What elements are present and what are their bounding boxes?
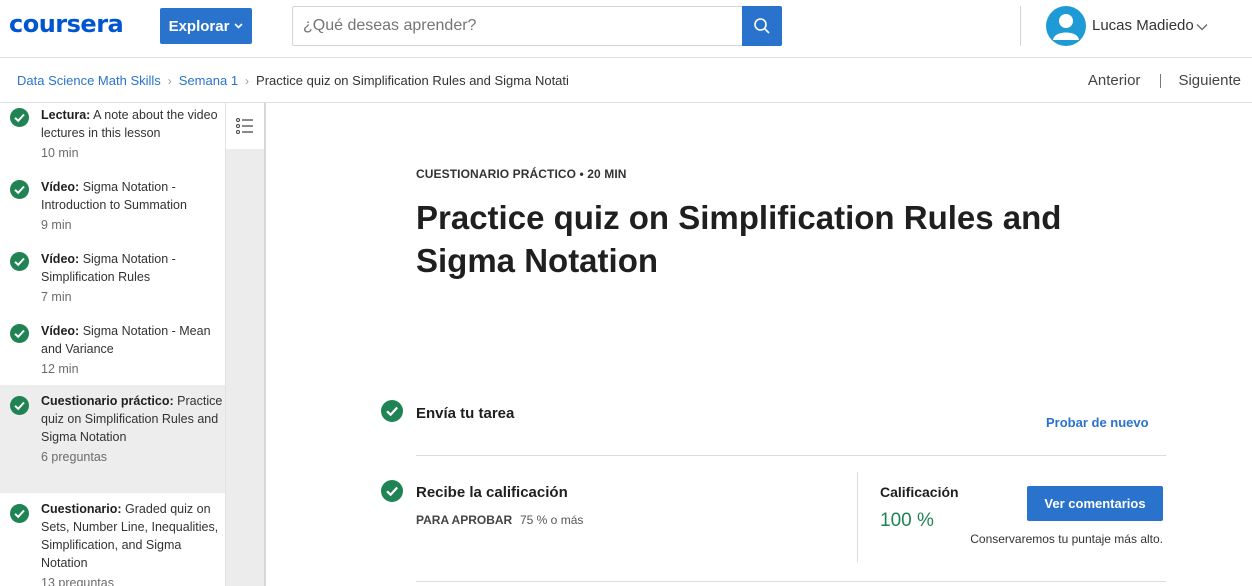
- sidebar-item-type: Vídeo:: [41, 180, 80, 194]
- breadcrumb-bar: Data Science Math Skills › Semana 1 › Pr…: [0, 58, 1252, 103]
- check-circle-icon: [10, 504, 29, 523]
- grade-label: Calificación: [880, 484, 959, 500]
- breadcrumb-course[interactable]: Data Science Math Skills: [17, 73, 161, 88]
- check-circle-icon: [381, 400, 403, 422]
- search-icon: [754, 18, 770, 34]
- view-feedback-button[interactable]: Ver comentarios: [1027, 486, 1163, 521]
- search-input[interactable]: [292, 6, 742, 46]
- prev-next-nav: Anterior Siguiente: [1088, 72, 1241, 89]
- sidebar-item[interactable]: Vídeo: Sigma Notation - Introduction to …: [0, 175, 225, 247]
- pass-label: PARA APROBAR: [416, 513, 513, 527]
- sidebar-item-meta: 9 min: [41, 218, 72, 232]
- chevron-right-icon: ›: [245, 73, 250, 88]
- sidebar-item[interactable]: Cuestionario: Graded quiz on Sets, Numbe…: [0, 493, 225, 586]
- breadcrumb-week[interactable]: Semana 1: [179, 73, 238, 88]
- grade-divider: [857, 472, 858, 562]
- lesson-sidebar: Lectura: A note about the video lectures…: [0, 103, 226, 586]
- nav-divider: [1160, 73, 1162, 88]
- breadcrumb: Data Science Math Skills › Semana 1 › Pr…: [17, 73, 569, 88]
- sidebar-item-meta: 7 min: [41, 290, 72, 304]
- check-circle-icon: [10, 108, 29, 127]
- sidebar-item[interactable]: Lectura: A note about the video lectures…: [0, 103, 225, 175]
- check-circle-icon: [10, 396, 29, 415]
- outline-toggle-button[interactable]: [226, 103, 264, 149]
- user-menu-chevron-icon[interactable]: [1196, 18, 1208, 36]
- sidebar-item[interactable]: Vídeo: Sigma Notation - Mean and Varianc…: [0, 319, 225, 385]
- next-link[interactable]: Siguiente: [1178, 72, 1241, 89]
- sidebar-item-type: Lectura:: [41, 108, 91, 122]
- sidebar-item-meta: 10 min: [41, 146, 79, 160]
- check-circle-icon: [381, 480, 403, 502]
- grade-step-title: Recibe la calificación: [416, 484, 568, 501]
- coursera-logo[interactable]: coursera: [9, 10, 124, 38]
- divider: [416, 455, 1166, 456]
- explore-label: Explorar: [168, 17, 230, 35]
- item-eyebrow: CUESTIONARIO PRÁCTICO • 20 MIN: [416, 167, 627, 181]
- previous-link[interactable]: Anterior: [1088, 72, 1141, 89]
- pass-value: 75 % o más: [520, 513, 584, 527]
- sidebar-item-active[interactable]: Cuestionario práctico: Practice quiz on …: [0, 385, 225, 493]
- header-divider: [1020, 6, 1021, 46]
- sidebar-item-type: Vídeo:: [41, 252, 80, 266]
- sidebar-item-type: Vídeo:: [41, 324, 80, 338]
- list-icon: [236, 118, 253, 134]
- sidebar-item-meta: 12 min: [41, 362, 79, 376]
- submit-step-title: Envía tu tarea: [416, 405, 515, 422]
- search-button[interactable]: [742, 6, 782, 46]
- chevron-right-icon: ›: [167, 73, 172, 88]
- sidebar-item-type: Cuestionario práctico:: [41, 394, 174, 408]
- keep-highest-note: Conservaremos tu puntaje más alto.: [970, 532, 1163, 546]
- user-name[interactable]: Lucas Madiedo: [1092, 17, 1194, 34]
- page-title: Practice quiz on Simplification Rules an…: [416, 199, 1062, 279]
- check-circle-icon: [10, 252, 29, 271]
- check-circle-icon: [10, 324, 29, 343]
- divider: [416, 581, 1166, 582]
- sidebar-item-type: Cuestionario:: [41, 502, 122, 516]
- outline-column: [226, 103, 266, 586]
- top-header: coursera Explorar Lucas Madiedo: [0, 0, 1252, 58]
- avatar[interactable]: [1046, 6, 1086, 46]
- grade-value: 100 %: [880, 510, 934, 531]
- sidebar-item-meta: 6 preguntas: [41, 450, 108, 464]
- sidebar-item[interactable]: Vídeo: Sigma Notation - Simplification R…: [0, 247, 225, 319]
- check-circle-icon: [10, 180, 29, 199]
- explore-button[interactable]: Explorar: [160, 8, 252, 44]
- retry-link[interactable]: Probar de nuevo: [1046, 415, 1149, 430]
- chevron-down-icon: [234, 21, 243, 32]
- user-icon: [1053, 14, 1079, 40]
- breadcrumb-current: Practice quiz on Simplification Rules an…: [256, 73, 569, 88]
- sidebar-item-meta: 13 preguntas: [41, 576, 114, 586]
